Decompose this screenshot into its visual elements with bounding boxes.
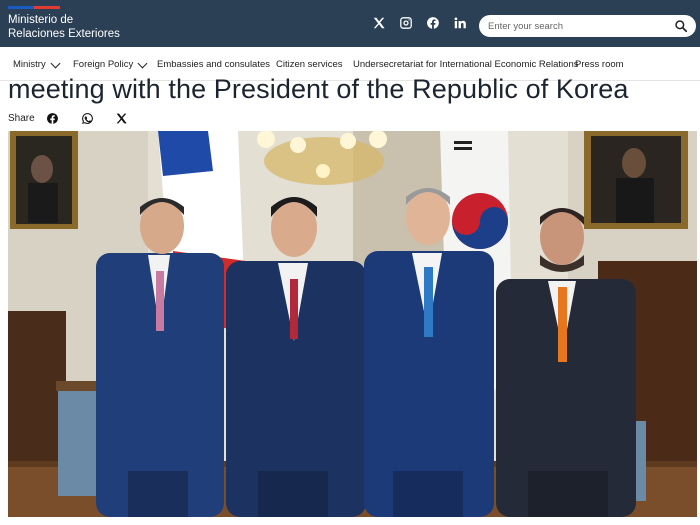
nav-item-press-room[interactable]: Press room: [575, 59, 624, 70]
nav-item-label: Undersecretariat for International Econo…: [353, 59, 579, 70]
search-box: [479, 15, 696, 37]
linkedin-icon[interactable]: [452, 15, 468, 31]
org-name-line2: Relaciones Exteriores: [8, 28, 120, 40]
x-icon[interactable]: [115, 112, 128, 125]
whatsapp-icon[interactable]: [81, 112, 94, 125]
nav-item-label: Ministry: [13, 59, 46, 70]
org-name-line1: Ministerio de: [8, 14, 74, 26]
ministry-logo[interactable]: Ministerio de Relaciones Exteriores: [8, 13, 120, 41]
facebook-icon[interactable]: [46, 112, 59, 125]
nav-item-foreign-policy[interactable]: Foreign Policy: [73, 58, 148, 70]
chevron-down-icon: [137, 58, 148, 68]
search-input[interactable]: [488, 18, 658, 34]
share-label: Share: [8, 113, 35, 124]
x-icon[interactable]: [371, 15, 387, 31]
site-header: Ministerio de Relaciones Exteriores: [0, 0, 700, 47]
chevron-down-icon: [50, 58, 61, 68]
nav-item-label: Embassies and consulates: [157, 59, 271, 70]
instagram-icon[interactable]: [398, 15, 414, 31]
nav-item-label: Press room: [575, 59, 624, 70]
article-title: meeting with the President of the Republ…: [8, 74, 629, 104]
article-photo: [8, 131, 697, 517]
nav-item-ministry[interactable]: Ministry: [13, 58, 61, 70]
flag-stripe: [8, 6, 60, 9]
nav-item-label: Citizen services: [276, 59, 343, 70]
nav-item-citizen-services[interactable]: Citizen services: [276, 59, 343, 70]
nav-item-embassies[interactable]: Embassies and consulates: [157, 59, 270, 70]
nav-item-label: Foreign Policy: [73, 59, 134, 70]
search-icon[interactable]: [674, 19, 688, 33]
facebook-icon[interactable]: [425, 15, 441, 31]
nav-item-undersecretariat[interactable]: Undersecretariat for International Econo…: [353, 59, 578, 70]
